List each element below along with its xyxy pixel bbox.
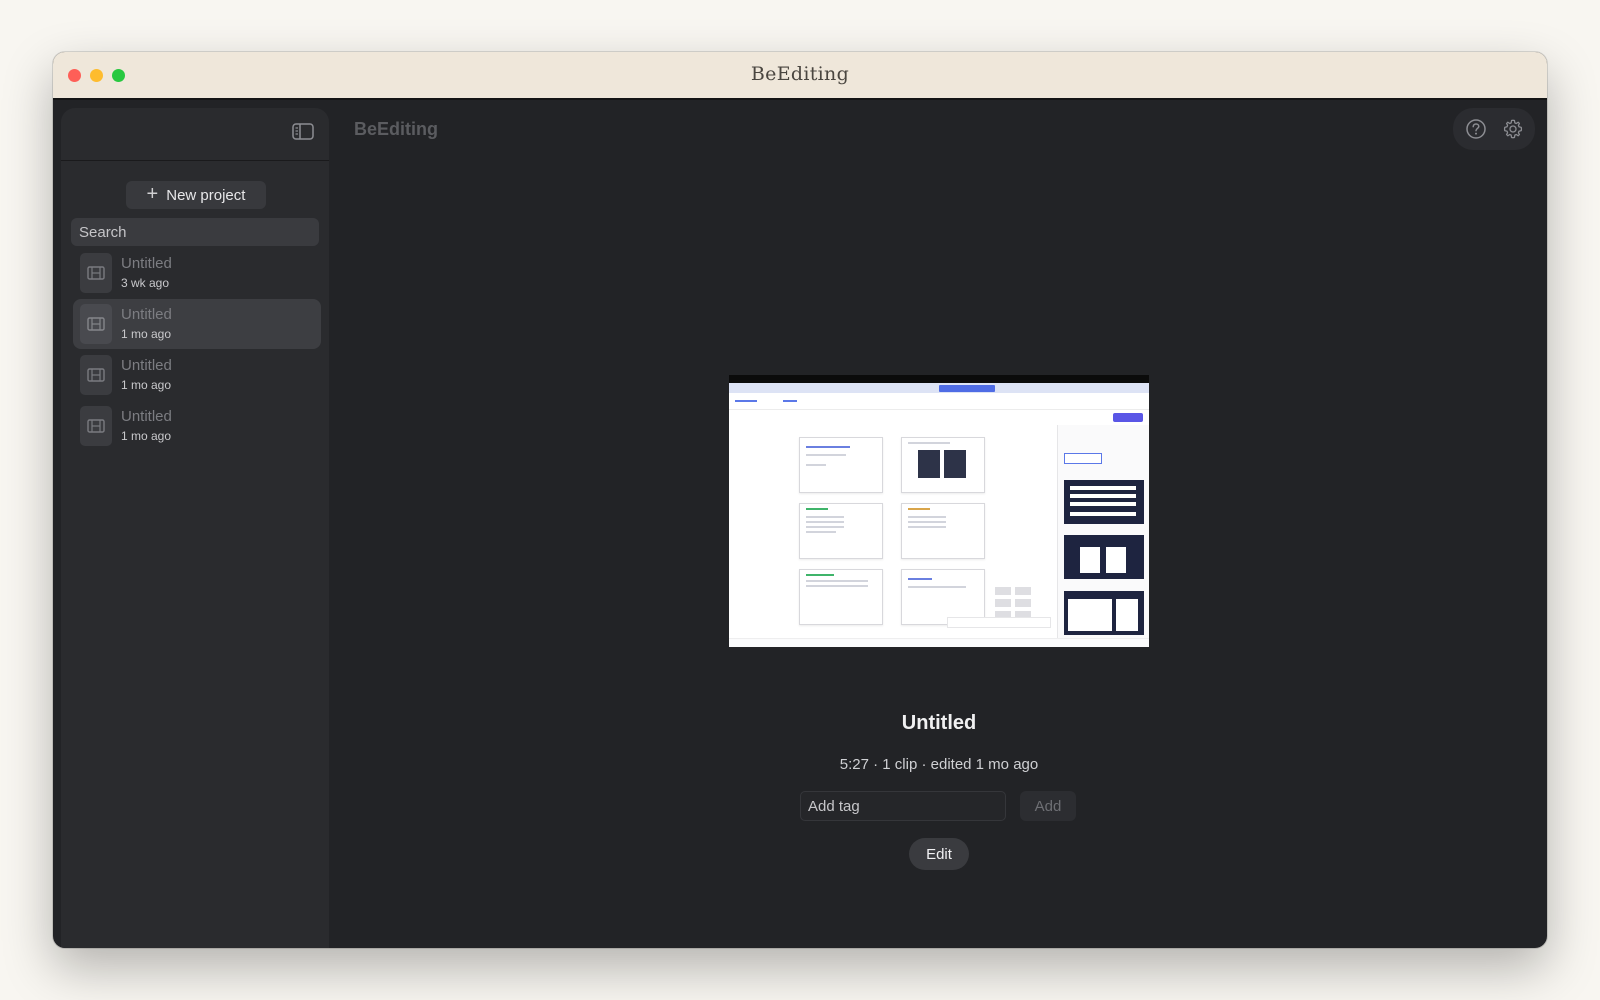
sidebar: + New project Untitled 3 wk ago Untitled… <box>61 108 329 948</box>
project-name: Untitled <box>121 357 172 374</box>
project-item[interactable]: Untitled 1 mo ago <box>73 350 321 400</box>
film-icon <box>80 304 112 344</box>
top-right-controls <box>1453 108 1535 150</box>
sidebar-toggle-icon[interactable] <box>291 121 315 141</box>
project-name: Untitled <box>121 255 172 272</box>
project-list: Untitled 3 wk ago Untitled 1 mo ago Unti… <box>73 248 321 452</box>
help-icon[interactable] <box>1465 118 1487 140</box>
plus-icon: + <box>146 183 159 205</box>
new-project-label: New project <box>166 186 246 204</box>
project-time: 1 mo ago <box>121 378 172 392</box>
project-item[interactable]: Untitled 1 mo ago <box>73 401 321 451</box>
add-tag-button[interactable]: Add <box>1020 791 1076 821</box>
project-item-selected[interactable]: Untitled 1 mo ago <box>73 299 321 349</box>
project-item[interactable]: Untitled 3 wk ago <box>73 248 321 298</box>
film-icon <box>80 406 112 446</box>
app-title: BeEditing <box>354 119 438 139</box>
window-title: BeEditing <box>750 63 850 85</box>
project-name: Untitled <box>121 408 172 425</box>
project-meta: 5:27 · 1 clip · edited 1 mo ago <box>839 756 1039 773</box>
film-icon <box>80 253 112 293</box>
edit-button[interactable]: Edit <box>909 838 969 870</box>
search-input[interactable] <box>71 218 319 246</box>
app-window: BeEditing + New project Search Untitled … <box>53 52 1547 948</box>
project-time: 1 mo ago <box>121 429 172 443</box>
sidebar-header <box>61 108 329 161</box>
project-name: Untitled <box>121 306 172 323</box>
gear-icon[interactable] <box>1502 118 1524 140</box>
add-tag-input[interactable] <box>800 791 1006 821</box>
project-preview-thumbnail[interactable] <box>729 375 1149 647</box>
project-time: 3 wk ago <box>121 276 170 290</box>
new-project-button[interactable]: + New project <box>126 181 266 209</box>
title-bar: BeEditing <box>53 52 1547 100</box>
project-time: 1 mo ago <box>121 327 172 341</box>
film-icon <box>80 355 112 395</box>
project-title: Untitled <box>901 712 977 734</box>
